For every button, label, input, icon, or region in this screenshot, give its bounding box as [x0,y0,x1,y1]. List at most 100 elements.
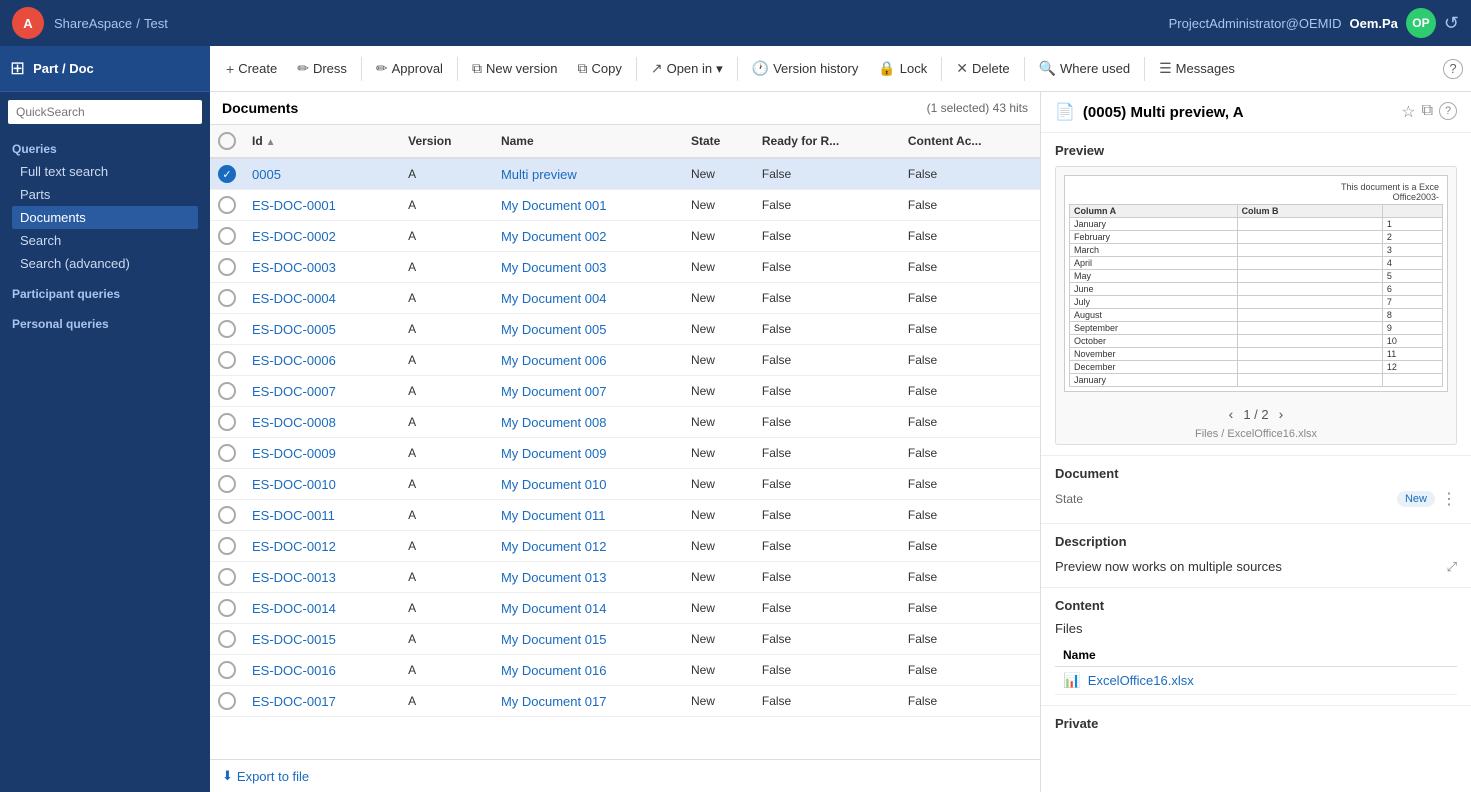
name-link[interactable]: My Document 013 [501,570,607,585]
row-checkbox[interactable] [218,382,236,400]
row-name[interactable]: My Document 013 [493,562,683,593]
row-id[interactable]: ES-DOC-0001 [244,190,400,221]
name-link[interactable]: My Document 010 [501,477,607,492]
toolbar-btn-new-version[interactable]: ⧉New version [464,55,566,82]
id-link[interactable]: ES-DOC-0003 [252,260,336,275]
row-name[interactable]: My Document 006 [493,345,683,376]
id-link[interactable]: ES-DOC-0006 [252,353,336,368]
row-checkbox-cell[interactable]: ✓ [210,158,244,190]
table-scroll[interactable]: Id▲VersionNameStateReady for R...Content… [210,125,1040,759]
row-checkbox[interactable]: ✓ [218,165,236,183]
table-row[interactable]: ✓0005AMulti previewNewFalseFalse [210,158,1040,190]
row-checkbox[interactable] [218,258,236,276]
sidebar-item[interactable]: Search (advanced) [12,252,198,275]
sort-icon[interactable]: ▲ [266,137,276,148]
toolbar-btn-delete[interactable]: ✕Delete [948,55,1017,82]
id-link[interactable]: ES-DOC-0011 [252,508,335,523]
name-link[interactable]: My Document 009 [501,446,607,461]
row-id[interactable]: ES-DOC-0006 [244,345,400,376]
table-row[interactable]: ES-DOC-0015AMy Document 015NewFalseFalse [210,624,1040,655]
row-checkbox-cell[interactable] [210,500,244,531]
row-checkbox-cell[interactable] [210,593,244,624]
row-id[interactable]: ES-DOC-0010 [244,469,400,500]
toolbar-btn-version-history[interactable]: 🕐Version history [744,55,867,82]
table-row[interactable]: ES-DOC-0006AMy Document 006NewFalseFalse [210,345,1040,376]
export-button[interactable]: ⬇ Export to file [222,768,309,784]
row-name[interactable]: My Document 015 [493,624,683,655]
row-name[interactable]: My Document 010 [493,469,683,500]
row-id[interactable]: ES-DOC-0015 [244,624,400,655]
row-checkbox[interactable] [218,413,236,431]
table-row[interactable]: ES-DOC-0003AMy Document 003NewFalseFalse [210,252,1040,283]
select-all-col[interactable] [210,125,244,158]
select-all-checkbox[interactable] [218,132,236,150]
row-name[interactable]: My Document 012 [493,531,683,562]
row-id[interactable]: ES-DOC-0014 [244,593,400,624]
preview-prev-btn[interactable]: ‹ [1229,406,1234,422]
table-row[interactable]: ES-DOC-0004AMy Document 004NewFalseFalse [210,283,1040,314]
table-row[interactable]: ES-DOC-0011AMy Document 011NewFalseFalse [210,500,1040,531]
row-checkbox-cell[interactable] [210,531,244,562]
quick-search-input[interactable] [8,100,202,124]
table-row[interactable]: ES-DOC-0008AMy Document 008NewFalseFalse [210,407,1040,438]
star-icon[interactable]: ☆ [1401,102,1415,122]
row-checkbox-cell[interactable] [210,283,244,314]
row-checkbox-cell[interactable] [210,655,244,686]
row-name[interactable]: My Document 004 [493,283,683,314]
name-link[interactable]: Multi preview [501,167,577,182]
table-row[interactable]: ES-DOC-0010AMy Document 010NewFalseFalse [210,469,1040,500]
name-link[interactable]: My Document 015 [501,632,607,647]
toolbar-btn-copy[interactable]: ⧉Copy [569,55,629,82]
id-link[interactable]: ES-DOC-0014 [252,601,336,616]
id-link[interactable]: ES-DOC-0008 [252,415,336,430]
row-name[interactable]: My Document 009 [493,438,683,469]
id-link[interactable]: ES-DOC-0013 [252,570,336,585]
row-checkbox-cell[interactable] [210,221,244,252]
row-checkbox-cell[interactable] [210,252,244,283]
name-link[interactable]: My Document 001 [501,198,607,213]
name-link[interactable]: My Document 008 [501,415,607,430]
row-checkbox[interactable] [218,661,236,679]
row-id[interactable]: ES-DOC-0013 [244,562,400,593]
row-checkbox-cell[interactable] [210,314,244,345]
row-id[interactable]: ES-DOC-0005 [244,314,400,345]
id-link[interactable]: ES-DOC-0009 [252,446,336,461]
id-link[interactable]: ES-DOC-0015 [252,632,336,647]
row-id[interactable]: ES-DOC-0011 [244,500,400,531]
row-checkbox-cell[interactable] [210,407,244,438]
row-name[interactable]: My Document 016 [493,655,683,686]
table-row[interactable]: ES-DOC-0013AMy Document 013NewFalseFalse [210,562,1040,593]
sidebar-item[interactable]: Full text search [12,160,198,183]
toolbar-btn-open-in[interactable]: ↗Open in ▾ [643,55,731,82]
row-name[interactable]: My Document 005 [493,314,683,345]
row-name[interactable]: My Document 002 [493,221,683,252]
row-checkbox-cell[interactable] [210,624,244,655]
row-checkbox[interactable] [218,320,236,338]
row-checkbox[interactable] [218,351,236,369]
table-row[interactable]: ES-DOC-0002AMy Document 002NewFalseFalse [210,221,1040,252]
row-name[interactable]: My Document 007 [493,376,683,407]
toolbar-btn-dress[interactable]: ✏Dress [289,55,355,82]
table-row[interactable]: ES-DOC-0009AMy Document 009NewFalseFalse [210,438,1040,469]
avatar[interactable]: OP [1406,8,1436,38]
row-id[interactable]: ES-DOC-0016 [244,655,400,686]
state-more-icon[interactable]: ⋮ [1441,489,1457,509]
row-checkbox[interactable] [218,289,236,307]
toolbar-btn-create[interactable]: +Create [218,56,285,82]
row-checkbox-cell[interactable] [210,345,244,376]
row-checkbox[interactable] [218,506,236,524]
row-name[interactable]: My Document 003 [493,252,683,283]
expand-icon[interactable]: ⤢ [1447,557,1457,577]
table-row[interactable]: ES-DOC-0014AMy Document 014NewFalseFalse [210,593,1040,624]
row-id[interactable]: ES-DOC-0004 [244,283,400,314]
row-checkbox[interactable] [218,692,236,710]
row-checkbox-cell[interactable] [210,376,244,407]
sidebar-item[interactable]: Documents [12,206,198,229]
row-name[interactable]: My Document 001 [493,190,683,221]
id-link[interactable]: ES-DOC-0004 [252,291,336,306]
table-row[interactable]: ES-DOC-0012AMy Document 012NewFalseFalse [210,531,1040,562]
table-row[interactable]: ES-DOC-0017AMy Document 017NewFalseFalse [210,686,1040,717]
row-id[interactable]: ES-DOC-0008 [244,407,400,438]
row-name[interactable]: My Document 014 [493,593,683,624]
name-link[interactable]: My Document 004 [501,291,607,306]
